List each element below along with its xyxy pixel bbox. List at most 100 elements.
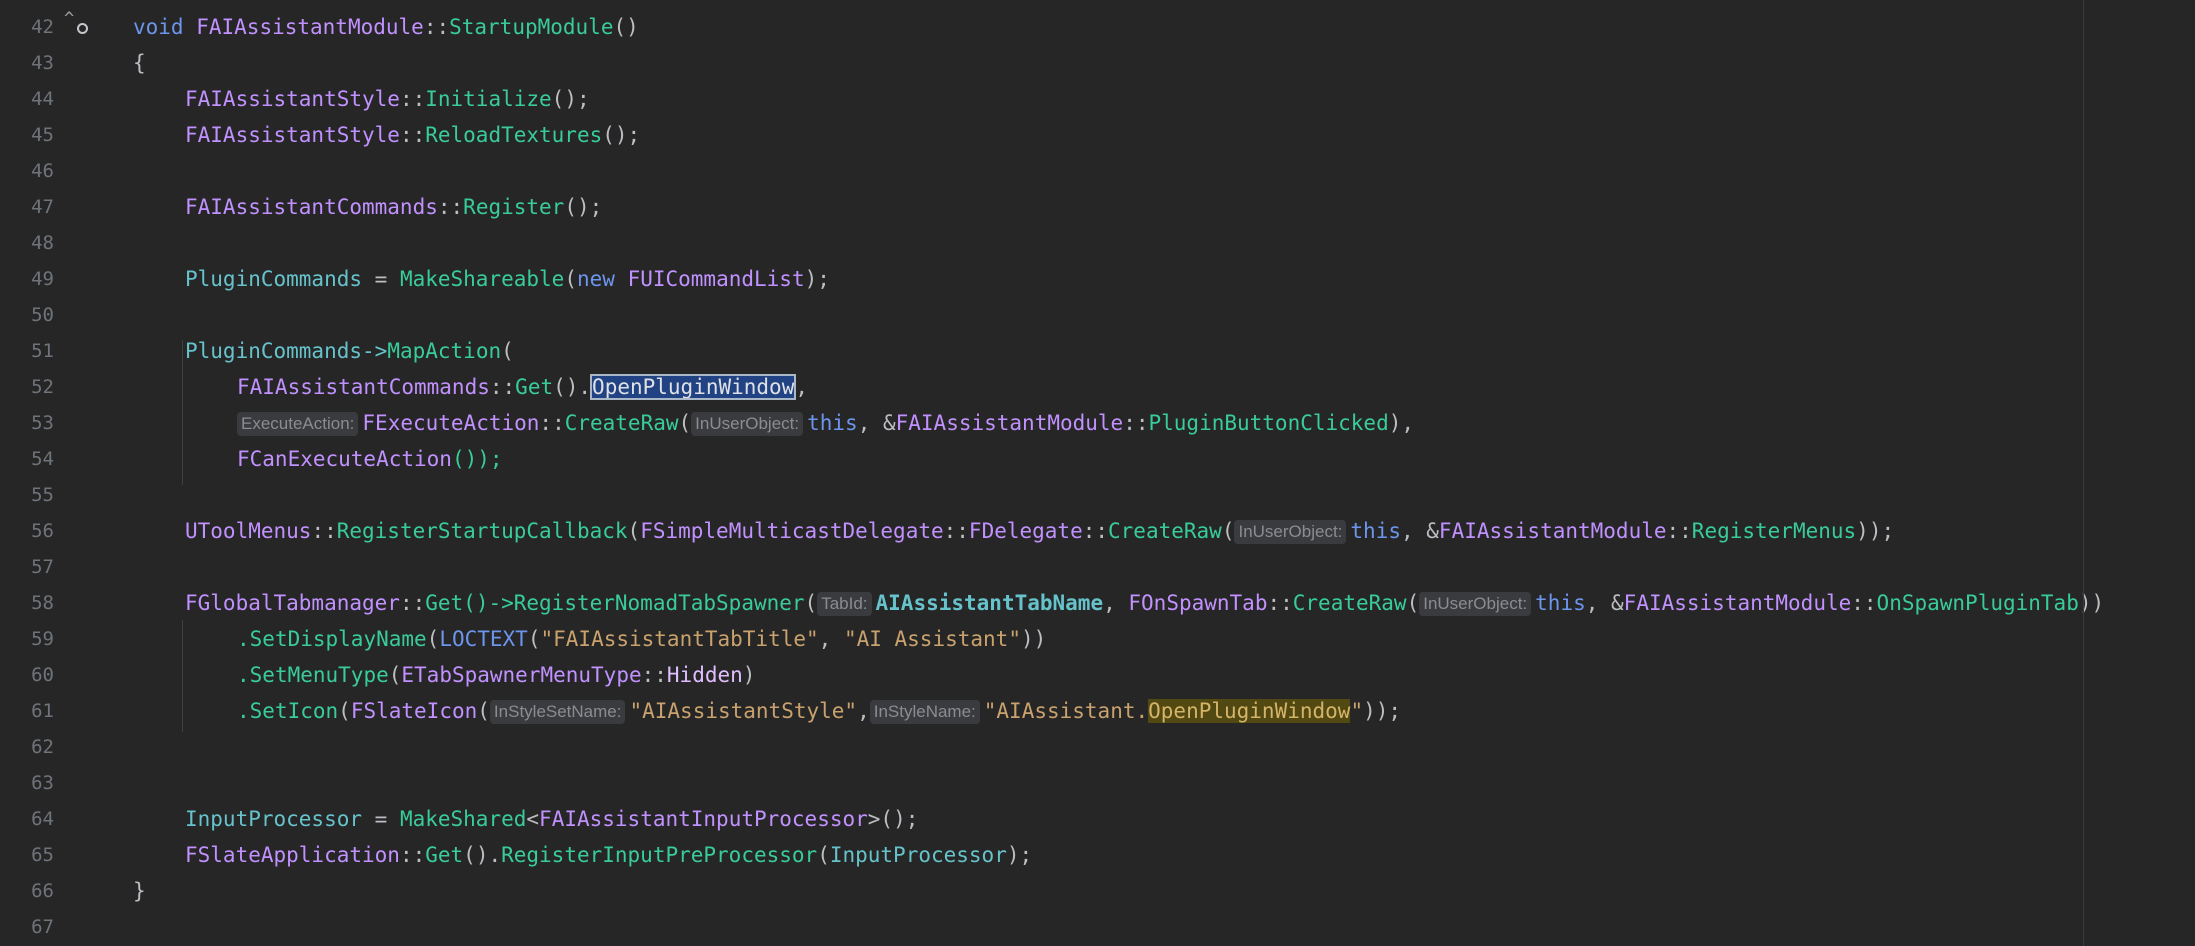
line-number[interactable]: 60 [0,657,54,693]
token-punct: (). [463,843,502,867]
line-number[interactable]: 59 [0,621,54,657]
code-line-61[interactable]: .SetIcon(FSlateIcon(InStyleSetName: "AIAs… [237,693,1401,729]
token-function: Initialize [425,87,552,111]
line-number[interactable]: 52 [0,369,54,405]
token-function: SetIcon [249,699,339,723]
token-punct: , [795,375,808,399]
token-punct: ( [804,591,818,615]
line-number[interactable]: 44 [0,81,54,117]
line-number[interactable]: 43 [0,45,54,81]
parameter-hint: InUserObject: [1419,592,1532,616]
code-line-44[interactable]: FAIAssistantStyle::Initialize(); [185,81,590,117]
line-number[interactable]: 53 [0,405,54,441]
line-number[interactable]: 56 [0,513,54,549]
token-string: "AIAssistant. [983,699,1149,723]
code-line-52[interactable]: FAIAssistantCommands::Get().OpenPluginWi… [237,369,808,405]
line-number[interactable]: 58 [0,585,54,621]
token-class: FSimpleMulticastDelegate [640,519,944,543]
line-number-gutter[interactable]: 42 43 44 45 46 47 48 49 50 51 52 53 54 55 56 57 58 59 60 61… [0,0,118,946]
parameter-hint: InStyleSetName: [489,700,626,724]
line-number[interactable]: 67 [0,909,54,945]
code-line-56[interactable]: UToolMenus::RegisterStartupCallback(FSim… [185,513,1894,549]
line-number[interactable]: 47 [0,189,54,225]
code-line-64[interactable]: InputProcessor = MakeShared<FAIAssistant… [185,801,918,837]
fold-caret-icon: ^ [64,9,75,29]
token-function: Register [463,195,565,219]
line-number[interactable]: 49 [0,261,54,297]
code-line-49[interactable]: PluginCommands = MakeShareable(new FUICo… [185,261,830,297]
token-punct: ( [338,699,351,723]
token-operator: -> [362,339,388,363]
token-punct: ) [742,663,756,687]
token-class: FAIAssistantInputProcessor [539,807,868,831]
token-punct: ( [1406,591,1420,615]
line-number[interactable]: 64 [0,801,54,837]
line-number[interactable]: 48 [0,225,54,261]
token-punct: , [1103,591,1129,615]
token-punct: :: [1666,519,1692,543]
token-punct: :: [943,519,969,543]
token-punct: (); [602,123,641,147]
line-number[interactable]: 62 [0,729,54,765]
token-function: SetMenuType [249,663,389,687]
code-line-58[interactable]: FGlobalTabmanager::Get()->RegisterNomadT… [185,585,2104,621]
token-punct: :: [641,663,667,687]
token-variable: InputProcessor [829,843,1007,867]
token-punct: = [362,267,400,291]
parameter-hint: InStyleName: [869,700,980,724]
token-punct: ( [627,519,641,543]
code-line-54[interactable]: FCanExecuteAction()); [237,441,503,477]
token-punct: ()); [451,447,503,471]
token-punct: ( [501,339,514,363]
token-class: FUICommandList [627,267,805,291]
code-area[interactable]: void FAIAssistantModule::StartupModule()… [133,0,2104,946]
line-number[interactable]: 45 [0,117,54,153]
token-function: CreateRaw [1292,591,1407,615]
token-keyword: new [576,267,615,291]
token-class: FAIAssistantStyle [185,87,400,111]
line-number[interactable]: 63 [0,765,54,801]
line-number[interactable]: 42 [0,9,54,45]
token-punct: :: [399,87,426,111]
line-number[interactable]: 50 [0,297,54,333]
code-line-43[interactable]: { [133,45,146,81]
line-number[interactable]: 61 [0,693,54,729]
selected-identifier[interactable]: OpenPluginWindow [590,374,797,400]
code-line-53[interactable]: ExecuteAction: FExecuteAction::CreateRaw(… [237,405,1414,441]
token-class: FExecuteAction [362,411,540,435]
token-punct: (); [551,87,590,111]
token-function: CreateRaw [1108,519,1222,543]
token-punct: , [818,627,844,651]
token-punct: = [362,807,400,831]
line-number[interactable]: 65 [0,837,54,873]
token-punct: (). [553,375,592,399]
line-number[interactable]: 57 [0,549,54,585]
code-line-65[interactable]: FSlateApplication::Get().RegisterInputPr… [185,837,1032,873]
token-punct: :: [311,519,337,543]
token-punct: :: [399,123,426,147]
token-class: FCanExecuteAction [237,447,452,471]
code-line-47[interactable]: FAIAssistantCommands::Register(); [185,189,602,225]
code-line-51[interactable]: PluginCommands->MapAction( [185,333,514,369]
code-line-59[interactable]: .SetDisplayName(LOCTEXT("FAIAssistantTab… [237,621,1046,657]
token-punct: :: [423,15,450,39]
line-number[interactable]: 66 [0,873,54,909]
line-number[interactable]: 46 [0,153,54,189]
code-line-60[interactable]: .SetMenuType(ETabSpawnerMenuType::Hidden… [237,657,755,693]
token-punct: ( [527,627,541,651]
line-number[interactable]: 54 [0,441,54,477]
token-punct: ), [1388,411,1415,435]
line-number[interactable]: 55 [0,477,54,513]
token-keyword: void [133,15,184,39]
code-line-45[interactable]: FAIAssistantStyle::ReloadTextures(); [185,117,640,153]
token-punct: :: [1123,411,1149,435]
code-editor[interactable]: 42 43 44 45 46 47 48 49 50 51 52 53 54 55 56 57 58 59 60 61… [0,0,2195,946]
line-number[interactable]: 51 [0,333,54,369]
token-class: FDelegate [968,519,1083,543]
code-line-66[interactable]: } [133,873,146,909]
token-class: FOnSpawnTab [1128,591,1268,615]
code-line-42[interactable]: void FAIAssistantModule::StartupModule() [133,9,639,45]
token-function: RegisterMenus [1691,519,1857,543]
token-punct: :: [1082,519,1109,543]
fold-toggle-icon[interactable]: ^ [64,10,88,34]
